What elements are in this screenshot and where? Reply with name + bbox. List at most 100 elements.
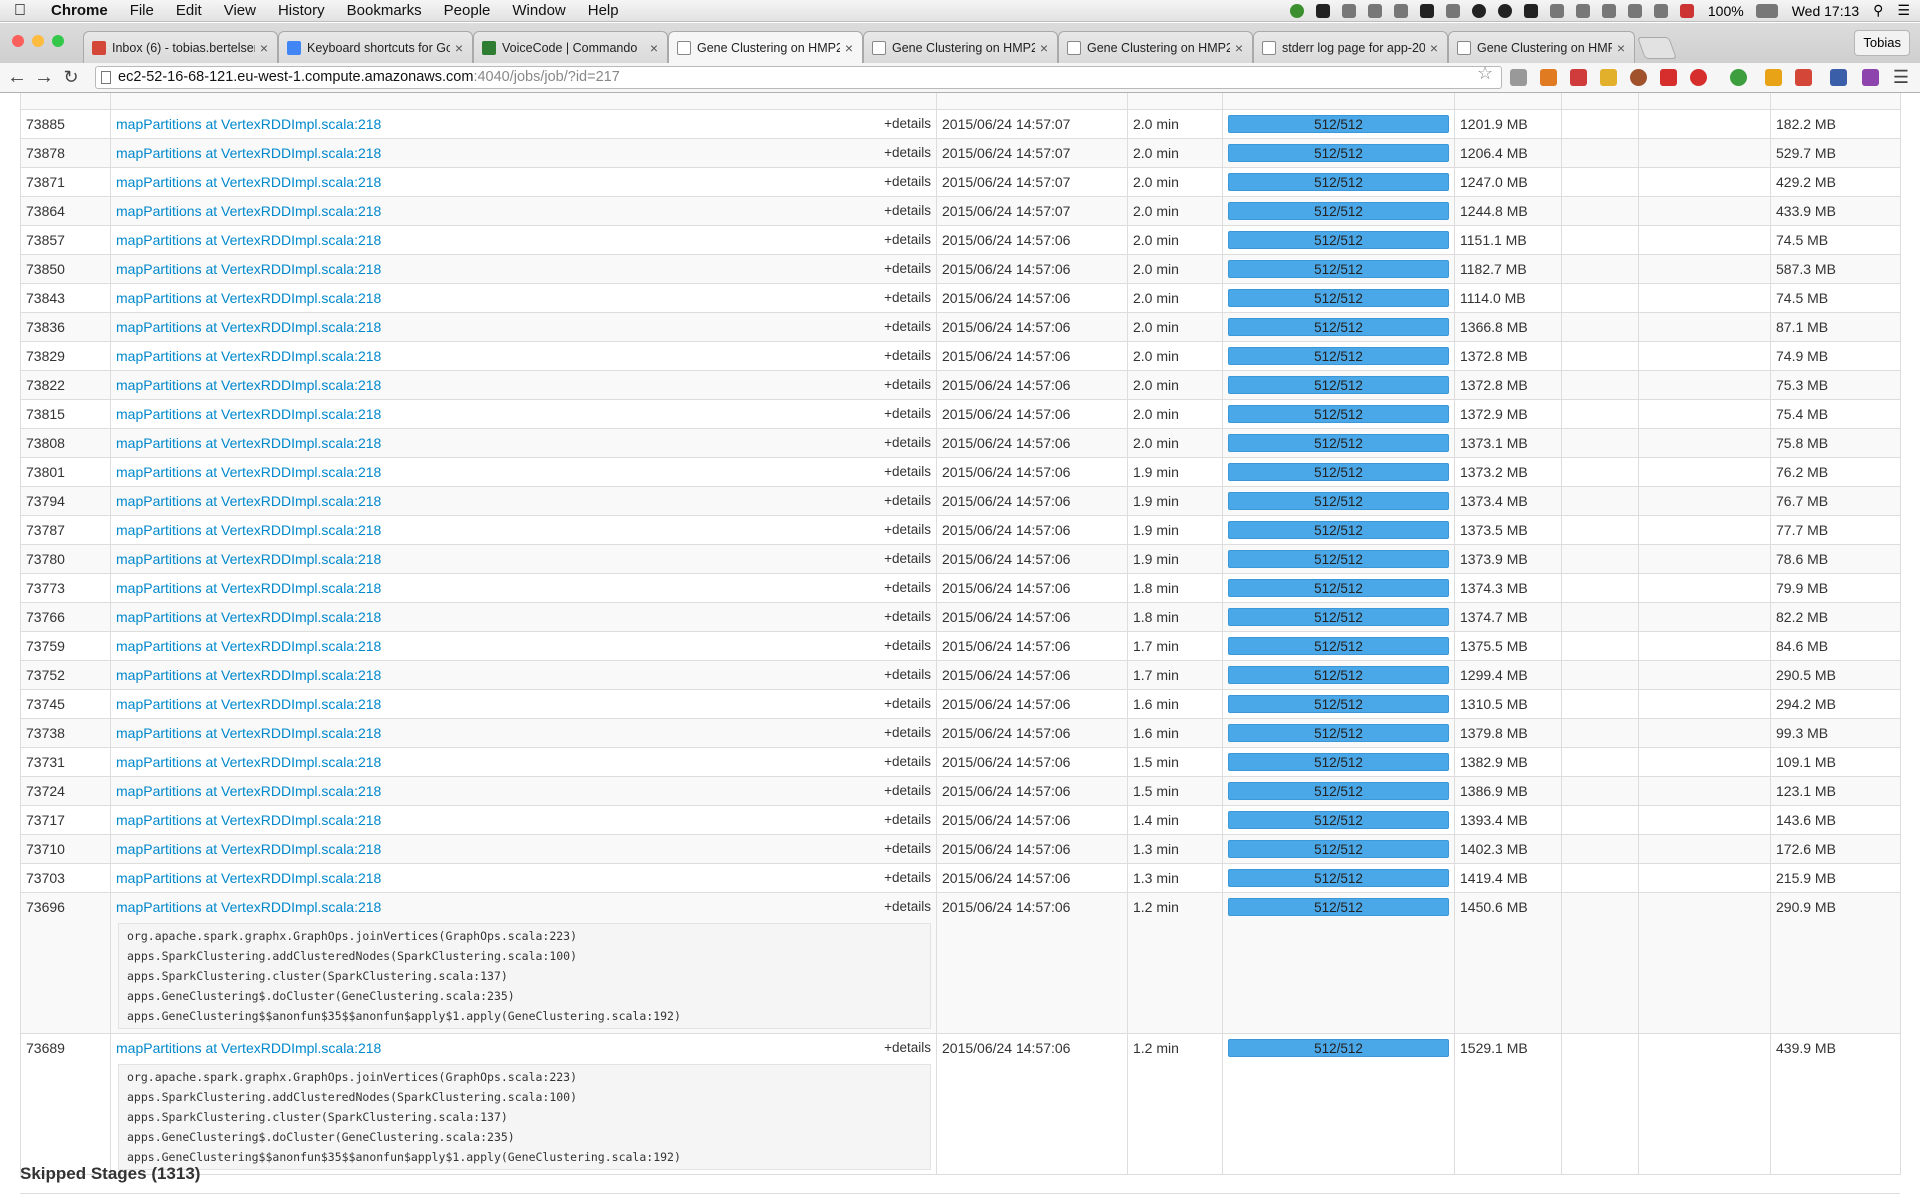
- menu-bookmarks[interactable]: Bookmarks: [336, 2, 433, 19]
- tab-stderr-log[interactable]: stderr log page for app-20 ×: [1253, 31, 1448, 63]
- minimize-window-button[interactable]: [32, 35, 44, 47]
- tab-inbox[interactable]: Inbox (6) - tobias.bertelsen ×: [83, 31, 278, 63]
- details-toggle[interactable]: +details: [884, 807, 931, 834]
- details-toggle[interactable]: +details: [884, 285, 931, 312]
- details-toggle[interactable]: +details: [884, 488, 931, 515]
- zoom-window-button[interactable]: [52, 35, 64, 47]
- bookmark-star-icon[interactable]: ☆: [1477, 63, 1493, 84]
- close-icon[interactable]: ×: [840, 40, 858, 56]
- details-toggle[interactable]: +details: [884, 517, 931, 544]
- stage-description-link[interactable]: mapPartitions at VertexRDDImpl.scala:218: [116, 1040, 381, 1056]
- details-toggle[interactable]: +details: [884, 372, 931, 399]
- extension-screen-icon[interactable]: [1830, 69, 1847, 86]
- tab-gene-clustering-2[interactable]: Gene Clustering on HMP2 ×: [863, 31, 1058, 63]
- stage-description-link[interactable]: mapPartitions at VertexRDDImpl.scala:218: [116, 377, 381, 393]
- address-bar[interactable]: ec2-52-16-68-121.eu-west-1.compute.amazo…: [95, 66, 1502, 89]
- details-toggle[interactable]: +details: [884, 836, 931, 863]
- camera-icon[interactable]: [1341, 3, 1356, 18]
- extension-scissors-icon[interactable]: [1862, 69, 1879, 86]
- tab-voicecode[interactable]: VoiceCode | Commando ×: [473, 31, 668, 63]
- menu-window[interactable]: Window: [501, 2, 576, 19]
- flag-icon[interactable]: [1679, 3, 1694, 18]
- wifi-icon[interactable]: [1627, 3, 1642, 18]
- reload-icon[interactable]: ↻: [60, 66, 82, 88]
- details-toggle[interactable]: +details: [884, 662, 931, 689]
- back-icon[interactable]: ←: [6, 66, 28, 88]
- details-toggle[interactable]: +details: [884, 401, 931, 428]
- extension-ball-icon[interactable]: [1630, 69, 1647, 86]
- volume-icon[interactable]: [1653, 3, 1668, 18]
- details-toggle[interactable]: +details: [884, 546, 931, 573]
- menu-people[interactable]: People: [433, 2, 502, 19]
- details-toggle[interactable]: +details: [884, 604, 931, 631]
- details-toggle[interactable]: +details: [884, 111, 931, 138]
- forward-icon[interactable]: →: [33, 66, 55, 88]
- close-icon[interactable]: ×: [255, 40, 273, 56]
- bluetooth-icon[interactable]: [1601, 3, 1616, 18]
- menu-icon[interactable]: ☰: [1890, 66, 1912, 88]
- extension-cross-icon[interactable]: [1660, 69, 1677, 86]
- evernote-icon[interactable]: [1289, 3, 1304, 18]
- stage-description-link[interactable]: mapPartitions at VertexRDDImpl.scala:218: [116, 812, 381, 828]
- terminal-icon[interactable]: [1523, 3, 1538, 18]
- battery-icon[interactable]: [1755, 3, 1778, 18]
- details-toggle[interactable]: +details: [884, 256, 931, 283]
- stage-description-link[interactable]: mapPartitions at VertexRDDImpl.scala:218: [116, 435, 381, 451]
- extension-x-icon[interactable]: [1540, 69, 1557, 86]
- stage-description-link[interactable]: mapPartitions at VertexRDDImpl.scala:218: [116, 754, 381, 770]
- details-toggle[interactable]: +details: [884, 430, 931, 457]
- details-toggle[interactable]: +details: [884, 198, 931, 225]
- stage-description-link[interactable]: mapPartitions at VertexRDDImpl.scala:218: [116, 493, 381, 509]
- details-toggle[interactable]: +details: [884, 227, 931, 254]
- details-toggle[interactable]: +details: [884, 691, 931, 718]
- extension-phone-icon[interactable]: [1600, 69, 1617, 86]
- window-icon[interactable]: [1367, 3, 1382, 18]
- close-icon[interactable]: ×: [645, 40, 663, 56]
- stage-description-link[interactable]: mapPartitions at VertexRDDImpl.scala:218: [116, 783, 381, 799]
- drive-icon[interactable]: [1315, 3, 1330, 18]
- cast-icon[interactable]: [1510, 69, 1527, 86]
- close-icon[interactable]: ×: [1230, 40, 1248, 56]
- menu-file[interactable]: File: [119, 2, 165, 19]
- move-icon[interactable]: [1393, 3, 1408, 18]
- adblock-icon[interactable]: [1690, 69, 1707, 86]
- stage-description-link[interactable]: mapPartitions at VertexRDDImpl.scala:218: [116, 203, 381, 219]
- details-toggle[interactable]: +details: [884, 633, 931, 660]
- details-toggle[interactable]: +details: [884, 169, 931, 196]
- stage-description-link[interactable]: mapPartitions at VertexRDDImpl.scala:218: [116, 580, 381, 596]
- extension-notes-icon[interactable]: [1765, 69, 1782, 86]
- menu-history[interactable]: History: [267, 2, 336, 19]
- notification-icon[interactable]: [1497, 3, 1512, 18]
- menu-app-name[interactable]: Chrome: [40, 2, 119, 19]
- stage-description-link[interactable]: mapPartitions at VertexRDDImpl.scala:218: [116, 609, 381, 625]
- stage-description-link[interactable]: mapPartitions at VertexRDDImpl.scala:218: [116, 667, 381, 683]
- stage-description-link[interactable]: mapPartitions at VertexRDDImpl.scala:218: [116, 522, 381, 538]
- details-toggle[interactable]: +details: [884, 1035, 931, 1063]
- tab-gene-clustering-active[interactable]: Gene Clustering on HMP2 ×: [668, 31, 863, 63]
- stage-description-link[interactable]: mapPartitions at VertexRDDImpl.scala:218: [116, 261, 381, 277]
- details-toggle[interactable]: +details: [884, 865, 931, 892]
- tab-keyboard-shortcuts[interactable]: Keyboard shortcuts for Google ×: [278, 31, 473, 63]
- stage-description-link[interactable]: mapPartitions at VertexRDDImpl.scala:218: [116, 145, 381, 161]
- details-toggle[interactable]: +details: [884, 749, 931, 776]
- stage-description-link[interactable]: mapPartitions at VertexRDDImpl.scala:218: [116, 551, 381, 567]
- profile-button[interactable]: Tobias: [1854, 30, 1910, 56]
- stage-description-link[interactable]: mapPartitions at VertexRDDImpl.scala:218: [116, 870, 381, 886]
- close-window-button[interactable]: [12, 35, 24, 47]
- chat-icon[interactable]: [1471, 3, 1486, 18]
- menu-edit[interactable]: Edit: [165, 2, 213, 19]
- extension-grid-icon[interactable]: [1570, 69, 1587, 86]
- stage-description-link[interactable]: mapPartitions at VertexRDDImpl.scala:218: [116, 841, 381, 857]
- details-toggle[interactable]: +details: [884, 720, 931, 747]
- power-icon[interactable]: [1575, 3, 1590, 18]
- close-icon[interactable]: ×: [1035, 40, 1053, 56]
- details-toggle[interactable]: +details: [884, 459, 931, 486]
- tab-gene-clustering-4[interactable]: Gene Clustering on HMP2 ×: [1448, 31, 1635, 63]
- microphone-icon[interactable]: [1445, 3, 1460, 18]
- stage-description-link[interactable]: mapPartitions at VertexRDDImpl.scala:218: [116, 290, 381, 306]
- menu-view[interactable]: View: [213, 2, 267, 19]
- shield-icon[interactable]: [1419, 3, 1434, 18]
- stage-description-link[interactable]: mapPartitions at VertexRDDImpl.scala:218: [116, 232, 381, 248]
- stage-description-link[interactable]: mapPartitions at VertexRDDImpl.scala:218: [116, 899, 381, 915]
- stage-description-link[interactable]: mapPartitions at VertexRDDImpl.scala:218: [116, 348, 381, 364]
